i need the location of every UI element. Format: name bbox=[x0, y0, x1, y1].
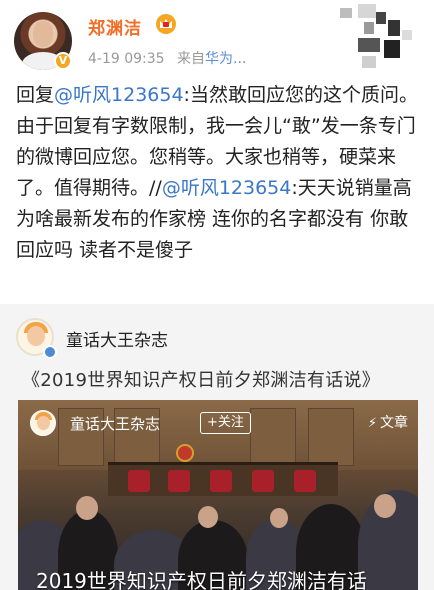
card-title[interactable]: 《2019世界知识产权日前夕郑渊洁有话说》 bbox=[22, 366, 380, 392]
mention-link[interactable]: @听风123654 bbox=[162, 177, 292, 199]
scene-panel bbox=[250, 408, 296, 466]
avatar-face bbox=[33, 21, 53, 47]
lightning-icon: ⚡ bbox=[367, 416, 377, 431]
verified-badge-icon bbox=[43, 345, 57, 359]
source-prefix: 来自 bbox=[177, 51, 206, 67]
post-meta: 4-19 09:35 来自华为... bbox=[88, 48, 246, 68]
avatar-face bbox=[37, 416, 50, 430]
post-header: V 郑渊洁 4-19 09:35 来自华为... bbox=[0, 0, 434, 76]
video-caption: 2019世界知识产权日前夕郑渊洁有话 bbox=[36, 569, 367, 590]
video-account-name[interactable]: 童话大王杂志 bbox=[70, 413, 160, 434]
user-name[interactable]: 郑渊洁 bbox=[88, 14, 142, 39]
avatar-face bbox=[27, 326, 45, 346]
scene-seat bbox=[210, 470, 232, 492]
post-body: 回复@听风123654:当然敢回应您的这个质问。由于回复有字数限制，我一会儿“敢… bbox=[16, 80, 426, 266]
court-emblem bbox=[176, 444, 194, 462]
crown-icon bbox=[156, 14, 176, 34]
crowd-face bbox=[270, 508, 288, 528]
video-account-avatar[interactable] bbox=[30, 410, 56, 436]
crowd-face bbox=[76, 496, 98, 520]
scene-seat bbox=[294, 470, 316, 492]
post-timestamp: 4-19 09:35 bbox=[88, 51, 165, 67]
card-account-name[interactable]: 童话大王杂志 bbox=[66, 326, 168, 351]
article-label: 文章 bbox=[380, 415, 408, 431]
shared-card[interactable]: 童话大王杂志 《2019世界知识产权日前夕郑渊洁有话说》 童话大王杂志 +关注 … bbox=[0, 304, 434, 590]
crowd-face bbox=[198, 506, 218, 528]
follow-button[interactable]: +关注 bbox=[200, 412, 251, 434]
reply-prefix: 回复 bbox=[16, 84, 55, 106]
video-player[interactable]: 童话大王杂志 +关注 ⚡ 文章 2019世界知识产权日前夕郑渊洁有话 bbox=[18, 400, 418, 590]
scene-seat bbox=[128, 470, 150, 492]
scene-seat bbox=[168, 470, 190, 492]
blurred-region bbox=[332, 0, 416, 72]
mention-link[interactable]: @听风123654 bbox=[54, 84, 184, 106]
verified-v-icon: V bbox=[54, 52, 72, 70]
scene-panel bbox=[308, 408, 354, 466]
article-link[interactable]: ⚡ 文章 bbox=[368, 412, 408, 432]
source-device[interactable]: 华为... bbox=[205, 51, 246, 67]
crowd-face bbox=[374, 494, 396, 518]
scene-seat bbox=[252, 470, 274, 492]
